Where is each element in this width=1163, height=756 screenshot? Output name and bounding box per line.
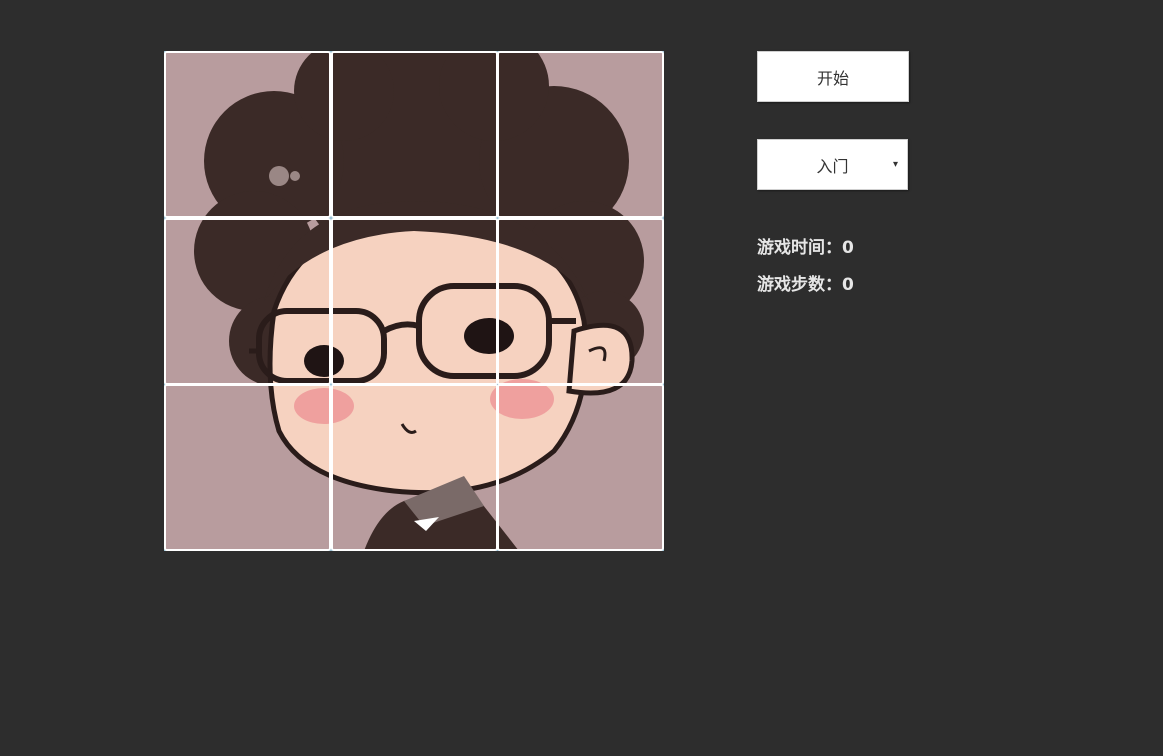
game-steps-stat: 游戏步数：0 bbox=[757, 270, 854, 295]
game-time-label: 游戏时间： bbox=[757, 238, 842, 258]
game-steps-label: 游戏步数： bbox=[757, 275, 842, 295]
puzzle-tile-5[interactable] bbox=[331, 218, 498, 385]
start-button-label: 开始 bbox=[816, 68, 849, 88]
puzzle-board bbox=[164, 51, 664, 551]
difficulty-select[interactable]: 入门 ▾ bbox=[757, 139, 908, 190]
puzzle-tile-2[interactable] bbox=[331, 51, 498, 218]
puzzle-tile-8[interactable] bbox=[331, 384, 498, 551]
game-time-stat: 游戏时间：0 bbox=[757, 233, 854, 258]
puzzle-tile-7[interactable] bbox=[164, 384, 331, 551]
difficulty-selected-value: 入门 bbox=[816, 156, 849, 176]
tile-image-slice bbox=[333, 220, 496, 383]
puzzle-tile-3[interactable] bbox=[497, 51, 664, 218]
tile-image-slice bbox=[499, 220, 662, 383]
puzzle-tile-9[interactable] bbox=[497, 384, 664, 551]
tile-image-slice bbox=[166, 220, 329, 383]
tile-image-slice bbox=[333, 53, 496, 216]
game-steps-value: 0 bbox=[842, 275, 854, 295]
puzzle-game-page: 开始 入门 ▾ 游戏时间：0 游戏步数：0 bbox=[0, 0, 1163, 756]
tile-image-slice bbox=[499, 53, 662, 216]
puzzle-tile-4[interactable] bbox=[164, 218, 331, 385]
puzzle-tile-1[interactable] bbox=[164, 51, 331, 218]
tile-image-slice bbox=[499, 386, 662, 549]
tile-image-slice bbox=[166, 53, 329, 216]
puzzle-tile-6[interactable] bbox=[497, 218, 664, 385]
tile-image-slice bbox=[333, 386, 496, 549]
start-button[interactable]: 开始 bbox=[757, 51, 909, 102]
tile-image-slice bbox=[166, 386, 329, 549]
dropdown-arrow-icon: ▾ bbox=[892, 158, 898, 170]
game-time-value: 0 bbox=[842, 238, 854, 258]
